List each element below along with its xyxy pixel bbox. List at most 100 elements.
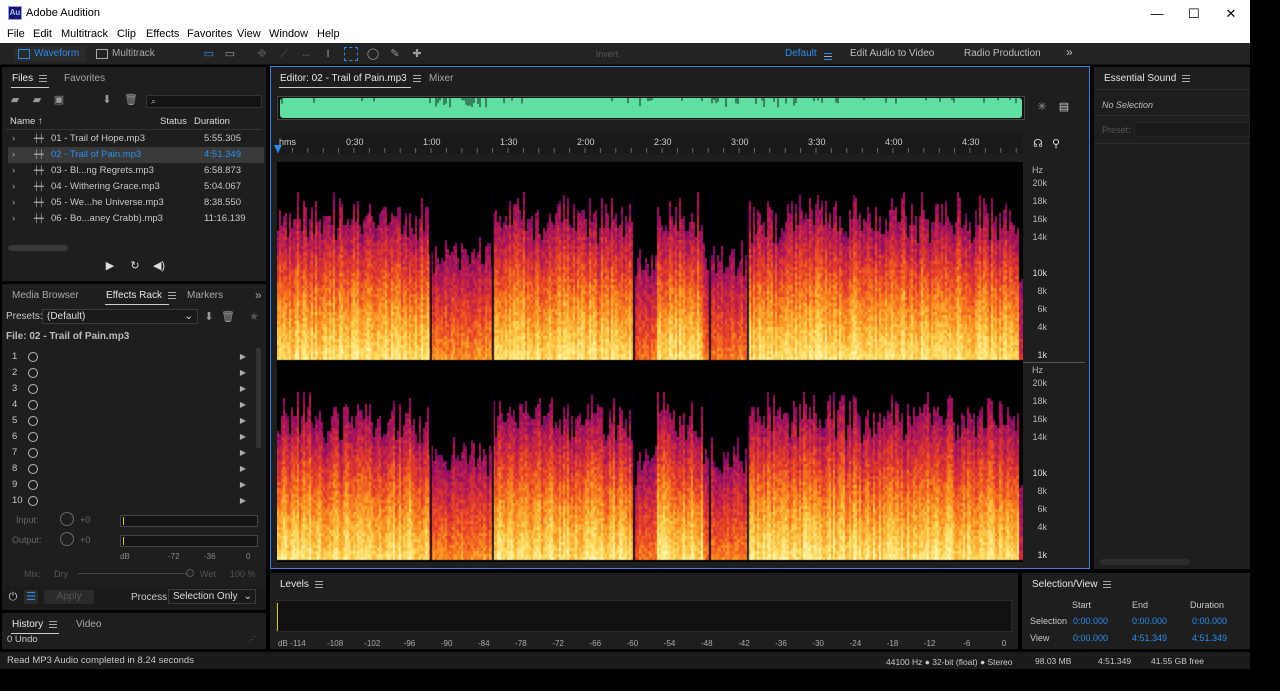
spot-healing-tool-icon[interactable]: ✚ <box>410 47 424 61</box>
view-duration-value[interactable]: 4:51.349 <box>1192 633 1227 643</box>
favorite-star-icon[interactable]: ★ <box>247 310 261 324</box>
file-row[interactable]: › ┿┿ 05 - We...he Universe.mp3 8:38.550 <box>8 195 264 211</box>
more-workspaces-icon[interactable]: » <box>1066 45 1073 59</box>
process-dropdown[interactable]: Selection Only ⌄ <box>168 589 256 604</box>
more-panels-icon[interactable]: » <box>255 288 262 302</box>
auto-play-icon[interactable]: ◀) <box>152 259 166 273</box>
chevron-right-icon[interactable]: › <box>12 179 15 195</box>
files-menu-icon[interactable] <box>39 74 48 82</box>
zoom-icon[interactable]: ✳ <box>1035 100 1049 114</box>
timeline-ruler[interactable]: hms 0:30 1:00 1:30 2:00 2:30 3:00 3:30 4… <box>277 134 1023 154</box>
workspace-edit-audio-to-video[interactable]: Edit Audio to Video <box>850 48 934 59</box>
workspace-radio-production[interactable]: Radio Production <box>964 48 1041 59</box>
menu-edit[interactable]: Edit <box>33 28 52 40</box>
lasso-tool-icon[interactable]: ◯ <box>366 47 380 61</box>
close-button[interactable]: ✕ <box>1212 0 1250 27</box>
menu-effects[interactable]: Effects <box>146 28 179 40</box>
spectral-view-icon[interactable]: ▭ <box>202 47 216 61</box>
marquee-tool-icon[interactable] <box>344 47 358 61</box>
tab-effects-rack[interactable]: Effects Rack <box>106 290 176 301</box>
loop-icon[interactable]: ↻ <box>128 259 142 273</box>
file-row[interactable]: › ┿┿ 06 - Bo...aney Crabb).mp3 11:16.139 <box>8 211 264 227</box>
save-preset-icon[interactable]: ⬇ <box>202 310 216 324</box>
tab-files[interactable]: Files <box>12 73 48 84</box>
invert-button[interactable]: Invert <box>588 47 626 61</box>
list-view-icon[interactable]: ☰ <box>24 590 38 604</box>
selection-end-value[interactable]: 0:00.000 <box>1132 616 1167 626</box>
column-name[interactable]: Name ↑ <box>10 116 43 127</box>
menu-file[interactable]: File <box>7 28 25 40</box>
resize-grip-icon[interactable]: ⋰ <box>248 635 256 644</box>
preset-dropdown[interactable] <box>1134 122 1250 137</box>
effect-slot[interactable]: 3 ▶ <box>8 381 252 397</box>
effects-menu-icon[interactable] <box>167 291 176 299</box>
effect-slot[interactable]: 2 ▶ <box>8 365 252 381</box>
essential-sound-scrollbar[interactable] <box>1100 559 1190 565</box>
menu-help[interactable]: Help <box>317 28 340 40</box>
output-gain-knob[interactable] <box>60 532 74 546</box>
chevron-right-icon[interactable]: › <box>12 163 15 179</box>
maximize-button[interactable]: ☐ <box>1175 0 1213 27</box>
presets-dropdown[interactable]: (Default) ⌄ <box>42 309 198 324</box>
master-power-icon[interactable]: ⏻ <box>6 590 20 604</box>
play-icon[interactable]: ▶ <box>103 259 117 273</box>
pin-icon[interactable]: ⚲ <box>1049 137 1063 151</box>
time-selection-tool-icon[interactable]: I <box>321 47 335 61</box>
effects-scrollbar[interactable] <box>256 348 261 448</box>
chevron-right-icon[interactable]: › <box>12 195 15 211</box>
mix-slider-handle[interactable] <box>186 569 194 577</box>
insert-icon[interactable]: ⬇ <box>100 93 114 107</box>
file-row[interactable]: › ┿┿ 03 - Bl...ng Regrets.mp3 6:58.873 <box>8 163 264 179</box>
column-status[interactable]: Status <box>160 116 187 127</box>
open-folder-icon[interactable]: ▰ <box>8 93 22 107</box>
effect-slot[interactable]: 9 ▶ <box>8 477 252 493</box>
import-icon[interactable]: ▰ <box>30 93 44 107</box>
effect-slot[interactable]: 6 ▶ <box>8 429 252 445</box>
selection-view-menu-icon[interactable] <box>1103 580 1112 588</box>
effect-slot[interactable]: 4 ▶ <box>8 397 252 413</box>
file-row[interactable]: › ┿┿ 01 - Trail of Hope.mp3 5:55.305 <box>8 131 264 147</box>
effect-slot[interactable]: 8 ▶ <box>8 461 252 477</box>
chevron-right-icon[interactable]: › <box>12 211 15 227</box>
selection-duration-value[interactable]: 0:00.000 <box>1192 616 1227 626</box>
tab-markers[interactable]: Markers <box>187 290 223 301</box>
apply-button[interactable]: Apply <box>44 590 94 604</box>
effect-slot[interactable]: 5 ▶ <box>8 413 252 429</box>
waveform-mode-button[interactable]: Waveform <box>14 46 86 62</box>
selection-start-value[interactable]: 0:00.000 <box>1073 616 1108 626</box>
new-file-icon[interactable]: ▣ <box>52 93 66 107</box>
tab-video[interactable]: Video <box>76 619 101 630</box>
chevron-right-icon[interactable]: › <box>12 147 15 163</box>
tab-media-browser[interactable]: Media Browser <box>12 290 79 301</box>
menu-favorites[interactable]: Favorites <box>187 28 232 40</box>
effect-slot[interactable]: 7 ▶ <box>8 445 252 461</box>
editor-menu-icon[interactable] <box>412 74 421 82</box>
menu-clip[interactable]: Clip <box>117 28 136 40</box>
essential-sound-menu-icon[interactable] <box>1182 74 1191 82</box>
files-horizontal-scrollbar[interactable] <box>8 245 68 251</box>
overview-menu-icon[interactable]: ▤ <box>1057 100 1071 114</box>
delete-icon[interactable]: 🗑 <box>124 93 138 107</box>
menu-multitrack[interactable]: Multitrack <box>61 28 108 40</box>
overview-bar[interactable] <box>277 96 1025 120</box>
view-start-value[interactable]: 0:00.000 <box>1073 633 1108 643</box>
spectrogram-view[interactable] <box>277 162 1023 562</box>
tab-mixer[interactable]: Mixer <box>429 73 453 84</box>
effect-slot[interactable]: 1 ▶ <box>8 349 252 365</box>
history-menu-icon[interactable] <box>49 620 58 628</box>
view-end-value[interactable]: 4:51.349 <box>1132 633 1167 643</box>
tab-history[interactable]: History <box>12 619 58 630</box>
multitrack-mode-button[interactable]: Multitrack <box>92 46 164 62</box>
effect-slot[interactable]: 10 ▶ <box>8 493 252 509</box>
delete-preset-icon[interactable]: 🗑 <box>221 310 235 324</box>
column-duration[interactable]: Duration <box>194 116 230 127</box>
tab-editor[interactable]: Editor: 02 - Trail of Pain.mp3 <box>280 73 421 84</box>
workspace-default[interactable]: Default <box>785 48 817 59</box>
file-row-selected[interactable]: › ┿┿ 02 - Trail of Pain.mp3 4:51.349 <box>8 147 264 163</box>
menu-window[interactable]: Window <box>269 28 308 40</box>
brush-tool-icon[interactable]: ✎ <box>388 47 402 61</box>
file-row[interactable]: › ┿┿ 04 - Withering Grace.mp3 5:04.067 <box>8 179 264 195</box>
tab-favorites[interactable]: Favorites <box>64 73 105 84</box>
move-tool-icon[interactable]: ✥ <box>255 47 269 61</box>
headphones-icon[interactable]: ☊ <box>1031 137 1045 151</box>
